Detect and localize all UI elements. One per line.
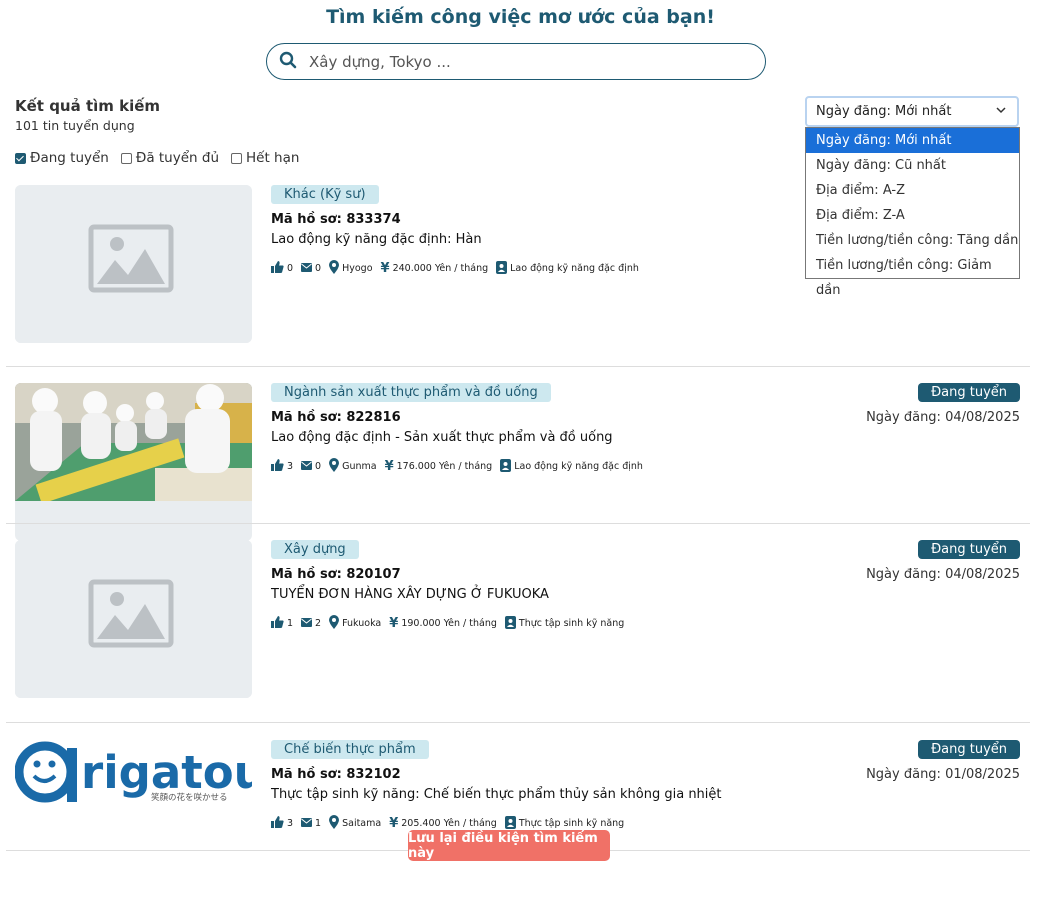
filter-expired[interactable]: Hết hạn — [231, 150, 299, 166]
thumbs-up-icon — [271, 261, 284, 276]
page-title: Tìm kiếm công việc mơ ước của bạn! — [326, 6, 715, 28]
location-pin-icon — [329, 815, 340, 832]
sort-option[interactable]: Địa điểm: Z-A — [806, 203, 1019, 228]
search-icon — [279, 51, 297, 73]
sort-option[interactable]: Tiền lương/tiền công: Tăng dần — [806, 228, 1019, 253]
checkbox-icon[interactable] — [231, 152, 243, 164]
checkbox-icon[interactable] — [120, 152, 132, 164]
status-badge: Đang tuyển — [918, 540, 1020, 559]
divider — [6, 722, 1030, 723]
job-code: Mã hồ sơ: 822816 — [271, 410, 401, 425]
search-bar[interactable] — [266, 43, 766, 80]
job-code: Mã hồ sơ: 832102 — [271, 767, 401, 782]
yen-icon: ¥ — [384, 459, 394, 474]
post-date: Ngày đăng: 04/08/2025 — [866, 567, 1020, 582]
placeholder-image[interactable] — [15, 185, 252, 343]
mail-icon — [301, 617, 313, 630]
job-title[interactable]: Thực tập sinh kỹ năng: Chế biến thực phẩ… — [271, 787, 722, 802]
post-date: Ngày đăng: 04/08/2025 — [866, 410, 1020, 425]
category-tag[interactable]: Chế biến thực phẩm — [271, 740, 429, 759]
job-card[interactable]: Xây dựng Đang tuyển Ngày đăng: 04/08/202… — [0, 540, 1041, 723]
divider — [6, 523, 1030, 524]
placeholder-image[interactable] — [15, 540, 252, 698]
job-card[interactable]: rigatou 笑顔の花を咲かせる Chế biến thực phẩm Đan… — [0, 740, 1041, 898]
filter-recruiting[interactable]: Đang tuyển — [15, 150, 109, 166]
save-search-button[interactable]: Lưu lại điều kiện tìm kiếm này — [408, 830, 610, 861]
yen-icon: ¥ — [389, 816, 399, 831]
results-count: 101 tin tuyển dụng — [15, 118, 135, 133]
mail-icon — [301, 460, 313, 473]
location-pin-icon — [329, 260, 340, 277]
location-pin-icon — [329, 615, 340, 632]
logo-wordmark: rigatou — [81, 746, 252, 799]
sort-option[interactable]: Ngày đăng: Cũ nhất — [806, 153, 1019, 178]
status-badge: Đang tuyển — [918, 383, 1020, 402]
job-meta: 1 2 Fukuoka ¥190.000 Yên / tháng Thực tậ… — [271, 615, 624, 632]
filter-filled[interactable]: Đã tuyển đủ — [120, 150, 219, 166]
sort-option[interactable]: Địa điểm: A-Z — [806, 178, 1019, 203]
checkbox-checked-icon[interactable] — [15, 152, 26, 164]
yen-icon: ¥ — [380, 261, 390, 276]
yen-icon: ¥ — [389, 616, 399, 631]
status-badge: Đang tuyển — [918, 740, 1020, 759]
job-title[interactable]: TUYỂN ĐƠN HÀNG XÂY DỰNG Ở FUKUOKA — [271, 587, 549, 602]
thumbs-up-icon — [271, 616, 284, 631]
job-title[interactable]: Lao động đặc định - Sản xuất thực phẩm v… — [271, 430, 613, 445]
id-badge-icon — [496, 260, 508, 277]
company-logo[interactable]: rigatou 笑顔の花を咲かせる — [15, 740, 252, 808]
mail-icon — [301, 262, 313, 275]
status-filters: Đang tuyển Đã tuyển đủ Hết hạn — [15, 150, 299, 166]
id-badge-icon — [504, 615, 516, 632]
thumbs-up-icon — [271, 459, 284, 474]
job-meta: 3 0 Gunma ¥176.000 Yên / tháng Lao động … — [271, 458, 643, 475]
job-title[interactable]: Lao động kỹ năng đặc định: Hàn — [271, 232, 482, 247]
job-code: Mã hồ sơ: 820107 — [271, 567, 401, 582]
thumbs-up-icon — [271, 816, 284, 831]
mail-icon — [301, 817, 313, 830]
job-meta: 0 0 Hyogo ¥240.000 Yên / tháng Lao động … — [271, 260, 639, 277]
results-title: Kết quả tìm kiếm — [15, 97, 161, 115]
logo-tagline: 笑顔の花を咲かせる — [151, 792, 228, 803]
category-tag[interactable]: Xây dựng — [271, 540, 359, 559]
post-date: Ngày đăng: 01/08/2025 — [866, 767, 1020, 782]
id-badge-icon — [500, 458, 512, 475]
divider — [6, 366, 1030, 367]
sort-option[interactable]: Tiền lương/tiền công: Giảm dần — [806, 253, 1019, 298]
category-tag[interactable]: Khác (Kỹ sư) — [271, 185, 379, 204]
job-card[interactable]: Ngành sản xuất thực phẩm và đồ uống Đang… — [0, 383, 1041, 541]
sort-select[interactable]: Ngày đăng: Mới nhất — [805, 96, 1019, 127]
category-tag[interactable]: Ngành sản xuất thực phẩm và đồ uống — [271, 383, 551, 402]
food-factory-photo[interactable] — [15, 383, 252, 541]
job-code: Mã hồ sơ: 833374 — [271, 212, 401, 227]
chevron-down-icon — [995, 104, 1007, 119]
sort-dropdown-list: Ngày đăng: Mới nhất Ngày đăng: Cũ nhất Đ… — [805, 127, 1020, 298]
sort-option[interactable]: Ngày đăng: Mới nhất — [806, 128, 1019, 153]
location-pin-icon — [329, 458, 340, 475]
search-input[interactable] — [307, 51, 731, 72]
